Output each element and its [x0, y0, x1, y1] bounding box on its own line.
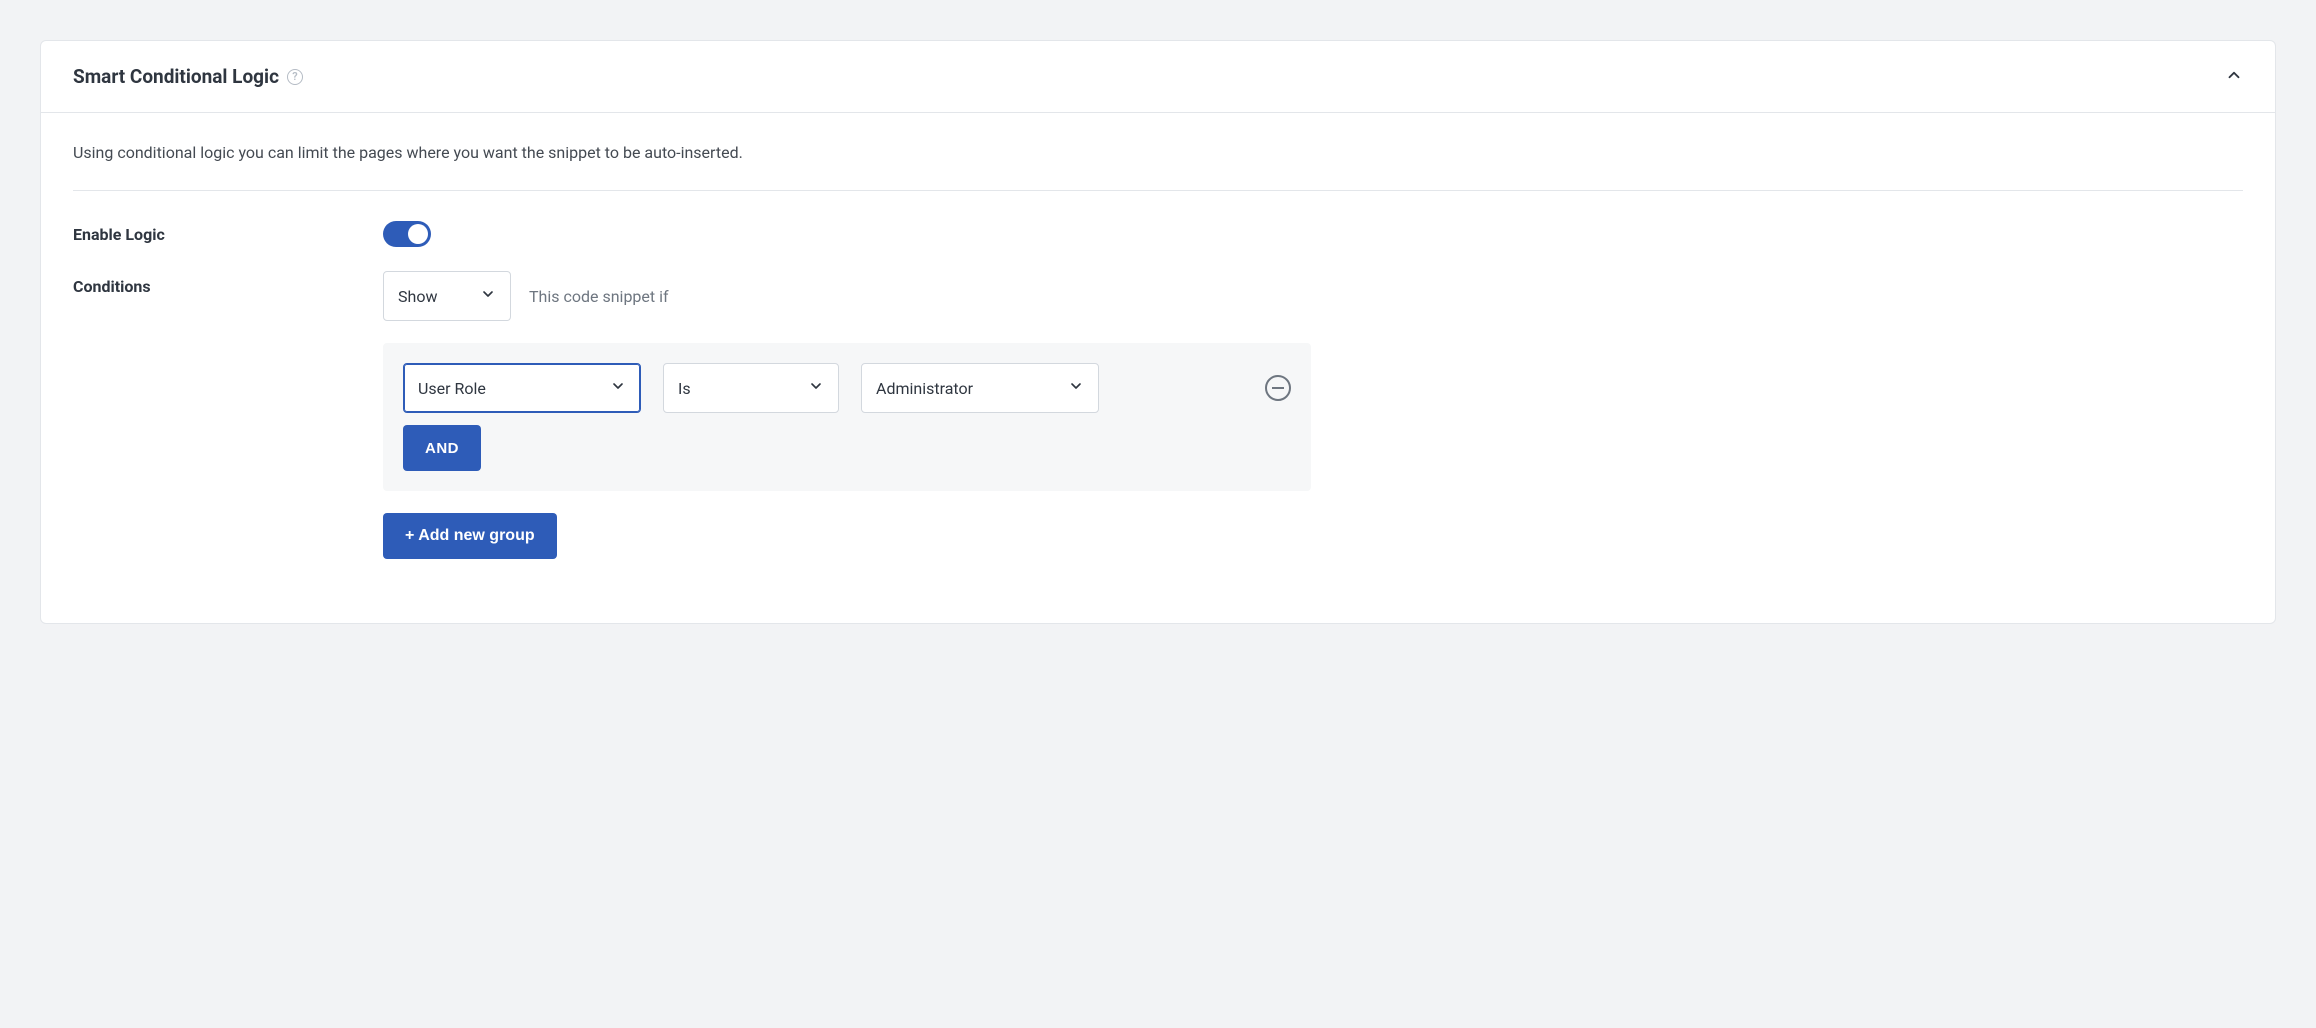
panel-body: Using conditional logic you can limit th… [41, 113, 2275, 623]
panel-title: Smart Conditional Logic [73, 65, 279, 88]
conditions-action-row: Show This code snippet if [383, 271, 2243, 321]
conditions-suffix-text: This code snippet if [529, 287, 669, 306]
condition-value-value: Administrator [876, 379, 973, 398]
condition-operator-value: Is [678, 379, 691, 398]
conditions-label: Conditions [73, 271, 343, 296]
chevron-down-icon [808, 378, 824, 398]
action-select[interactable]: Show [383, 271, 511, 321]
panel-header[interactable]: Smart Conditional Logic ? [41, 41, 2275, 113]
panel-description: Using conditional logic you can limit th… [73, 143, 2243, 191]
panel-title-wrap: Smart Conditional Logic ? [73, 65, 303, 88]
condition-rule-row: User Role Is Administrator [403, 363, 1291, 413]
remove-condition-button[interactable] [1265, 375, 1291, 401]
conditions-control: Show This code snippet if User Role [383, 271, 2243, 559]
condition-field-select[interactable]: User Role [403, 363, 641, 413]
conditional-logic-panel: Smart Conditional Logic ? Using conditio… [40, 40, 2276, 624]
condition-field-value: User Role [418, 379, 486, 398]
enable-logic-label: Enable Logic [73, 219, 343, 244]
condition-group: User Role Is Administrator [383, 343, 1311, 491]
conditions-row: Conditions Show This code snippet if Use… [73, 271, 2243, 559]
chevron-down-icon [1068, 378, 1084, 398]
help-icon[interactable]: ? [287, 69, 303, 85]
enable-logic-toggle[interactable] [383, 221, 431, 247]
condition-operator-select[interactable]: Is [663, 363, 839, 413]
condition-value-select[interactable]: Administrator [861, 363, 1099, 413]
chevron-up-icon [2225, 66, 2243, 88]
and-button[interactable]: AND [403, 425, 481, 471]
chevron-down-icon [610, 378, 626, 398]
action-select-value: Show [398, 287, 437, 306]
chevron-down-icon [480, 286, 496, 306]
enable-logic-row: Enable Logic [73, 219, 2243, 247]
add-group-button[interactable]: + Add new group [383, 513, 557, 559]
